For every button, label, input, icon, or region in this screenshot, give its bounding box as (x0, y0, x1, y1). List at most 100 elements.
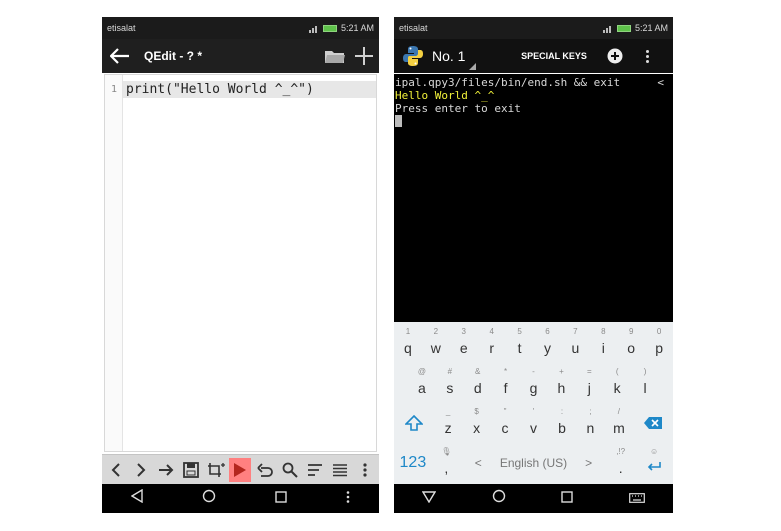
key-h[interactable]: + h (547, 364, 575, 402)
terminal-screen: etisalat 5:21 AM No. 1 SPECIAL KEYS ipal… (394, 17, 673, 513)
shift-key[interactable] (394, 404, 434, 442)
key-hint: " (503, 407, 507, 416)
terminal-line: Press enter to exit (395, 102, 521, 115)
carrier-label: etisalat (107, 23, 136, 33)
period-key[interactable]: ,!?. (606, 444, 635, 482)
backspace-key[interactable] (633, 404, 673, 442)
overflow-menu-icon[interactable] (632, 39, 662, 73)
key-label: d (473, 380, 482, 396)
key-q[interactable]: 1q (394, 324, 422, 362)
key-hint: # (447, 367, 453, 376)
enter-key[interactable]: ☺ (635, 444, 673, 482)
key-f[interactable]: * f (492, 364, 520, 402)
run-button[interactable] (229, 457, 252, 482)
key-l[interactable]: ) l (631, 364, 659, 402)
key-t[interactable]: 5t (506, 324, 534, 362)
terminal-cursor (395, 115, 402, 127)
key-o[interactable]: 9o (617, 324, 645, 362)
space-key[interactable]: < English (US) > (461, 444, 606, 482)
arrow-right-icon[interactable] (155, 458, 177, 482)
key-k[interactable]: (k (603, 364, 631, 402)
key-hint: 1 (405, 327, 411, 336)
qedit-screen: etisalat 5:21 AM QEdit - ? * 1 print("He… (102, 17, 379, 513)
key-hint: 6 (545, 327, 550, 336)
code-line-text[interactable]: print("Hello World ^_^") (123, 81, 376, 98)
key-hint: 9 (628, 327, 634, 336)
back-arrow-icon[interactable] (102, 39, 138, 73)
key-label: , (444, 460, 449, 476)
key-hint: 8 (601, 327, 606, 336)
terminal-output[interactable]: ipal.qpy3/files/bin/end.sh && exit < Hell… (394, 74, 673, 322)
backspace-icon (644, 417, 663, 429)
key-d[interactable]: & d (464, 364, 492, 402)
key-label: w (430, 340, 441, 356)
soft-keyboard: 1q 2w 3e 4r 5t 6y 7u 8i 9o 0p @ a # s & d *… (394, 322, 673, 485)
key-hint: ( (615, 367, 619, 376)
key-hint: / (617, 407, 621, 416)
key-n[interactable]: ; n (576, 404, 604, 442)
key-p[interactable]: 0p (645, 324, 673, 362)
key-y[interactable]: 6y (534, 324, 562, 362)
undo-icon[interactable] (254, 458, 276, 482)
keyboard-switch-icon[interactable] (629, 490, 646, 508)
clock: 5:21 AM (340, 23, 374, 33)
terminal-tab-label: No. 1 (432, 48, 466, 64)
nav-home-icon[interactable] (492, 489, 506, 508)
chevron-right-icon[interactable] (130, 458, 152, 482)
comma-key[interactable]: 🎙, (432, 444, 461, 482)
key-hint: + (559, 367, 564, 376)
nav-recents-icon[interactable] (275, 490, 287, 508)
terminal-tab[interactable]: No. 1 (428, 48, 498, 70)
key-c[interactable]: " c (491, 404, 519, 442)
cursor-left-arrow: < (474, 456, 482, 470)
more-vert-icon[interactable] (354, 458, 376, 482)
nav-more-icon[interactable] (346, 490, 350, 508)
wrap-lines-icon[interactable] (304, 458, 326, 482)
key-label: i (601, 340, 605, 356)
key-label: l (643, 380, 647, 396)
terminal-line: Hello World ^_^ (395, 89, 495, 102)
key-w[interactable]: 2w (422, 324, 450, 362)
key-hint: _ (445, 407, 451, 416)
clock: 5:21 AM (634, 23, 668, 33)
key-b[interactable]: :b (548, 404, 576, 442)
scroll-indicator: < (657, 76, 664, 89)
nav-back-icon[interactable] (131, 488, 144, 508)
folder-icon[interactable] (321, 39, 349, 73)
save-icon[interactable] (180, 458, 202, 482)
key-label: q (404, 340, 412, 356)
crop-add-icon[interactable] (205, 458, 227, 482)
key-label: r (489, 340, 494, 356)
key-v[interactable]: ' v (519, 404, 547, 442)
special-keys-button[interactable]: SPECIAL KEYS (510, 51, 598, 61)
key-m[interactable]: / m (605, 404, 633, 442)
key-j[interactable]: = j (575, 364, 603, 402)
key-i[interactable]: 8i (589, 324, 617, 362)
key-u[interactable]: 7u (561, 324, 589, 362)
key-r[interactable]: 4r (478, 324, 506, 362)
key-s[interactable]: # s (436, 364, 464, 402)
key-a[interactable]: @ a (408, 364, 436, 402)
battery-icon (322, 24, 337, 32)
key-x[interactable]: $ x (462, 404, 490, 442)
code-line[interactable]: 1 print("Hello World ^_^") (105, 81, 376, 98)
key-z[interactable]: _ z (434, 404, 462, 442)
key-g[interactable]: -g (520, 364, 548, 402)
key-label: k (613, 380, 621, 396)
key-hint: : (560, 407, 564, 416)
list-icon[interactable] (329, 458, 351, 482)
new-file-plus-icon[interactable] (349, 39, 379, 73)
key-e[interactable]: 3e (450, 324, 478, 362)
key-hint: 2 (433, 327, 439, 336)
nav-recents-icon[interactable] (561, 490, 574, 508)
code-editor[interactable]: 1 print("Hello World ^_^") (104, 74, 377, 452)
search-icon[interactable] (279, 458, 301, 482)
chevron-left-icon[interactable] (105, 458, 127, 482)
numbers-key[interactable]: 123 (394, 444, 432, 482)
nav-back-icon[interactable] (421, 490, 437, 508)
shift-icon (404, 415, 423, 431)
nav-home-icon[interactable] (202, 489, 216, 508)
line-number-gutter (105, 75, 123, 451)
add-session-icon[interactable] (598, 39, 632, 73)
play-icon (234, 462, 247, 477)
